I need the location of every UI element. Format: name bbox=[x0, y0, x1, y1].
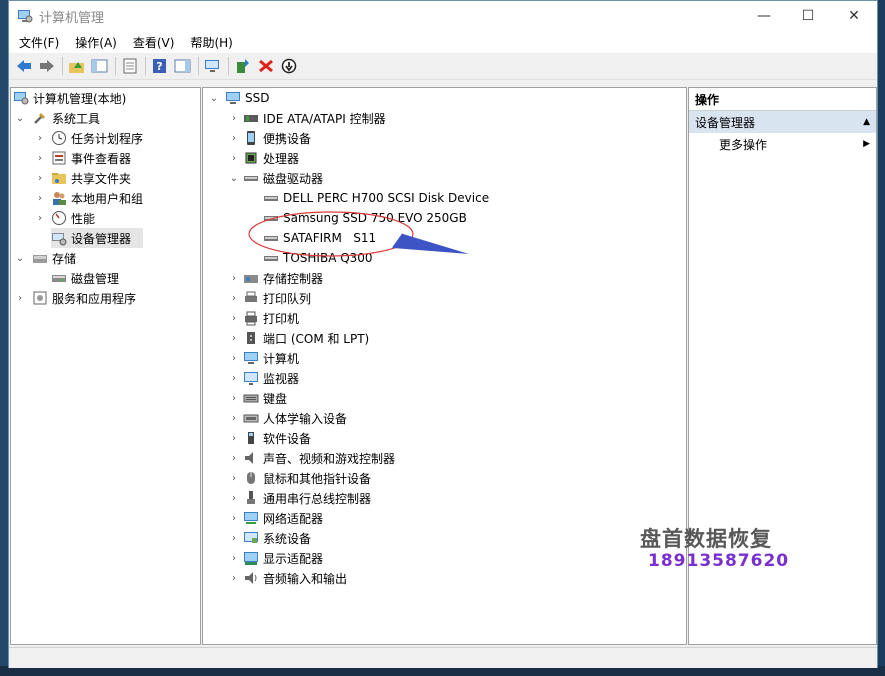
computer-management-icon bbox=[18, 10, 33, 23]
expand-chevron-icon[interactable]: › bbox=[35, 208, 45, 228]
clock-icon bbox=[52, 131, 66, 145]
toolbar-separator bbox=[198, 57, 199, 75]
tree-root[interactable]: 计算机管理(本地) bbox=[13, 88, 126, 108]
scan-hardware-icon[interactable] bbox=[202, 55, 224, 77]
desktop-background-left bbox=[0, 0, 8, 676]
more-actions-item[interactable]: 更多操作 ▶ bbox=[689, 133, 876, 155]
update-driver-icon[interactable] bbox=[232, 55, 254, 77]
tree-label: 共享文件夹 bbox=[71, 171, 132, 186]
tree-item-event-viewer[interactable]: 事件查看器 bbox=[51, 148, 131, 168]
computer-management-icon bbox=[14, 92, 29, 105]
more-actions-label: 更多操作 bbox=[719, 137, 768, 152]
expand-chevron-icon[interactable]: › bbox=[35, 148, 45, 168]
close-button[interactable]: ✕ bbox=[831, 1, 877, 31]
tree-item-storage[interactable]: 存储 bbox=[32, 248, 76, 268]
tree-item-services[interactable]: 服务和应用程序 bbox=[32, 288, 136, 308]
disk-management-icon bbox=[52, 275, 66, 282]
svg-text:?: ? bbox=[156, 60, 162, 73]
tree-label: 本地用户和组 bbox=[71, 191, 144, 206]
show-hide-tree-icon[interactable] bbox=[89, 55, 111, 77]
toolbar-separator bbox=[62, 57, 63, 75]
storage-icon bbox=[33, 255, 47, 263]
up-folder-icon[interactable] bbox=[66, 55, 88, 77]
users-icon bbox=[53, 192, 66, 205]
submenu-arrow-icon: ▶ bbox=[863, 139, 870, 149]
menu-help[interactable]: 帮助(H) bbox=[182, 34, 240, 51]
tree-item-disk-management[interactable]: 磁盘管理 bbox=[51, 268, 119, 288]
action-pane-icon[interactable] bbox=[172, 55, 194, 77]
tree-item-local-users[interactable]: 本地用户和组 bbox=[51, 188, 143, 208]
expand-chevron-icon[interactable]: › bbox=[35, 188, 45, 208]
annotation-overlay bbox=[248, 211, 469, 257]
tree-item-shared-folders[interactable]: 共享文件夹 bbox=[51, 168, 131, 188]
forward-arrow-icon[interactable] bbox=[36, 55, 58, 77]
device-list-pane: ⌄ SSD › IDE ATA/ATAPI 控制器 › 便携设备 › 处理器 ⌄ 磁盘驱动器 D… bbox=[202, 87, 687, 645]
tree-label: 性能 bbox=[71, 211, 96, 226]
tree-label: 存储 bbox=[52, 251, 77, 266]
collapse-chevron-icon[interactable]: ⌄ bbox=[15, 108, 25, 128]
back-arrow-icon[interactable] bbox=[13, 55, 35, 77]
tree-label: 磁盘管理 bbox=[71, 271, 120, 286]
properties-icon[interactable] bbox=[119, 55, 141, 77]
toolbar-separator bbox=[115, 57, 116, 75]
device-manager-icon bbox=[52, 233, 67, 246]
toolbar: ? bbox=[9, 53, 877, 80]
status-bar bbox=[9, 647, 877, 668]
expand-chevron-icon[interactable]: › bbox=[35, 128, 45, 148]
tree-label: 服务和应用程序 bbox=[52, 291, 137, 306]
expand-chevron-icon[interactable]: › bbox=[15, 288, 25, 308]
window-title: 计算机管理 bbox=[39, 10, 105, 26]
maximize-button[interactable]: ☐ bbox=[785, 1, 831, 31]
event-viewer-icon bbox=[52, 151, 66, 165]
uninstall-icon[interactable] bbox=[255, 55, 277, 77]
collapse-triangle-icon[interactable]: ▲ bbox=[863, 117, 870, 127]
actions-section-label: 设备管理器 bbox=[695, 115, 756, 130]
tree-label: 计算机管理(本地) bbox=[33, 91, 127, 106]
menu-file[interactable]: 文件(F) bbox=[11, 34, 67, 51]
shared-folder-icon bbox=[52, 173, 66, 184]
tools-icon bbox=[34, 113, 45, 124]
tree-item-device-manager[interactable]: 设备管理器 bbox=[51, 228, 143, 248]
menu-bar: 文件(F) 操作(A) 查看(V) 帮助(H) bbox=[9, 31, 877, 53]
desktop-background-right bbox=[877, 0, 885, 676]
services-icon bbox=[33, 291, 47, 305]
tree-item-system-tools[interactable]: 系统工具 bbox=[32, 108, 100, 128]
expand-chevron-icon[interactable]: › bbox=[35, 168, 45, 188]
menu-view[interactable]: 查看(V) bbox=[125, 34, 183, 51]
actions-header: 操作 bbox=[689, 88, 876, 111]
title-bar[interactable]: 计算机管理 — ☐ ✕ bbox=[9, 1, 877, 31]
toolbar-separator bbox=[145, 57, 146, 75]
watermark-phone: 18913587620 bbox=[648, 551, 790, 571]
tree-item-task-scheduler[interactable]: 任务计划程序 bbox=[51, 128, 143, 148]
actions-section-device-manager[interactable]: 设备管理器 ▲ bbox=[689, 111, 876, 133]
performance-icon bbox=[52, 211, 66, 225]
collapse-chevron-icon[interactable]: ⌄ bbox=[15, 248, 25, 268]
minimize-button[interactable]: — bbox=[741, 1, 787, 31]
annotation-arrow bbox=[393, 234, 469, 254]
tree-item-performance[interactable]: 性能 bbox=[51, 208, 95, 228]
watermark-name: 盘首数据恢复 bbox=[640, 527, 772, 551]
console-tree-pane: 计算机管理(本地) ⌄ 系统工具 › 任务计划程序 › 事件查看器 › 共享文件… bbox=[10, 87, 201, 645]
disable-device-icon[interactable] bbox=[278, 55, 300, 77]
tree-label: 设备管理器 bbox=[71, 231, 132, 246]
tree-label: 系统工具 bbox=[52, 111, 101, 126]
toolbar-separator bbox=[228, 57, 229, 75]
tree-label: 任务计划程序 bbox=[71, 131, 144, 146]
menu-action[interactable]: 操作(A) bbox=[67, 34, 125, 51]
help-icon[interactable]: ? bbox=[149, 55, 171, 77]
tree-label: 事件查看器 bbox=[71, 151, 132, 166]
annotation-ellipse bbox=[248, 211, 414, 257]
